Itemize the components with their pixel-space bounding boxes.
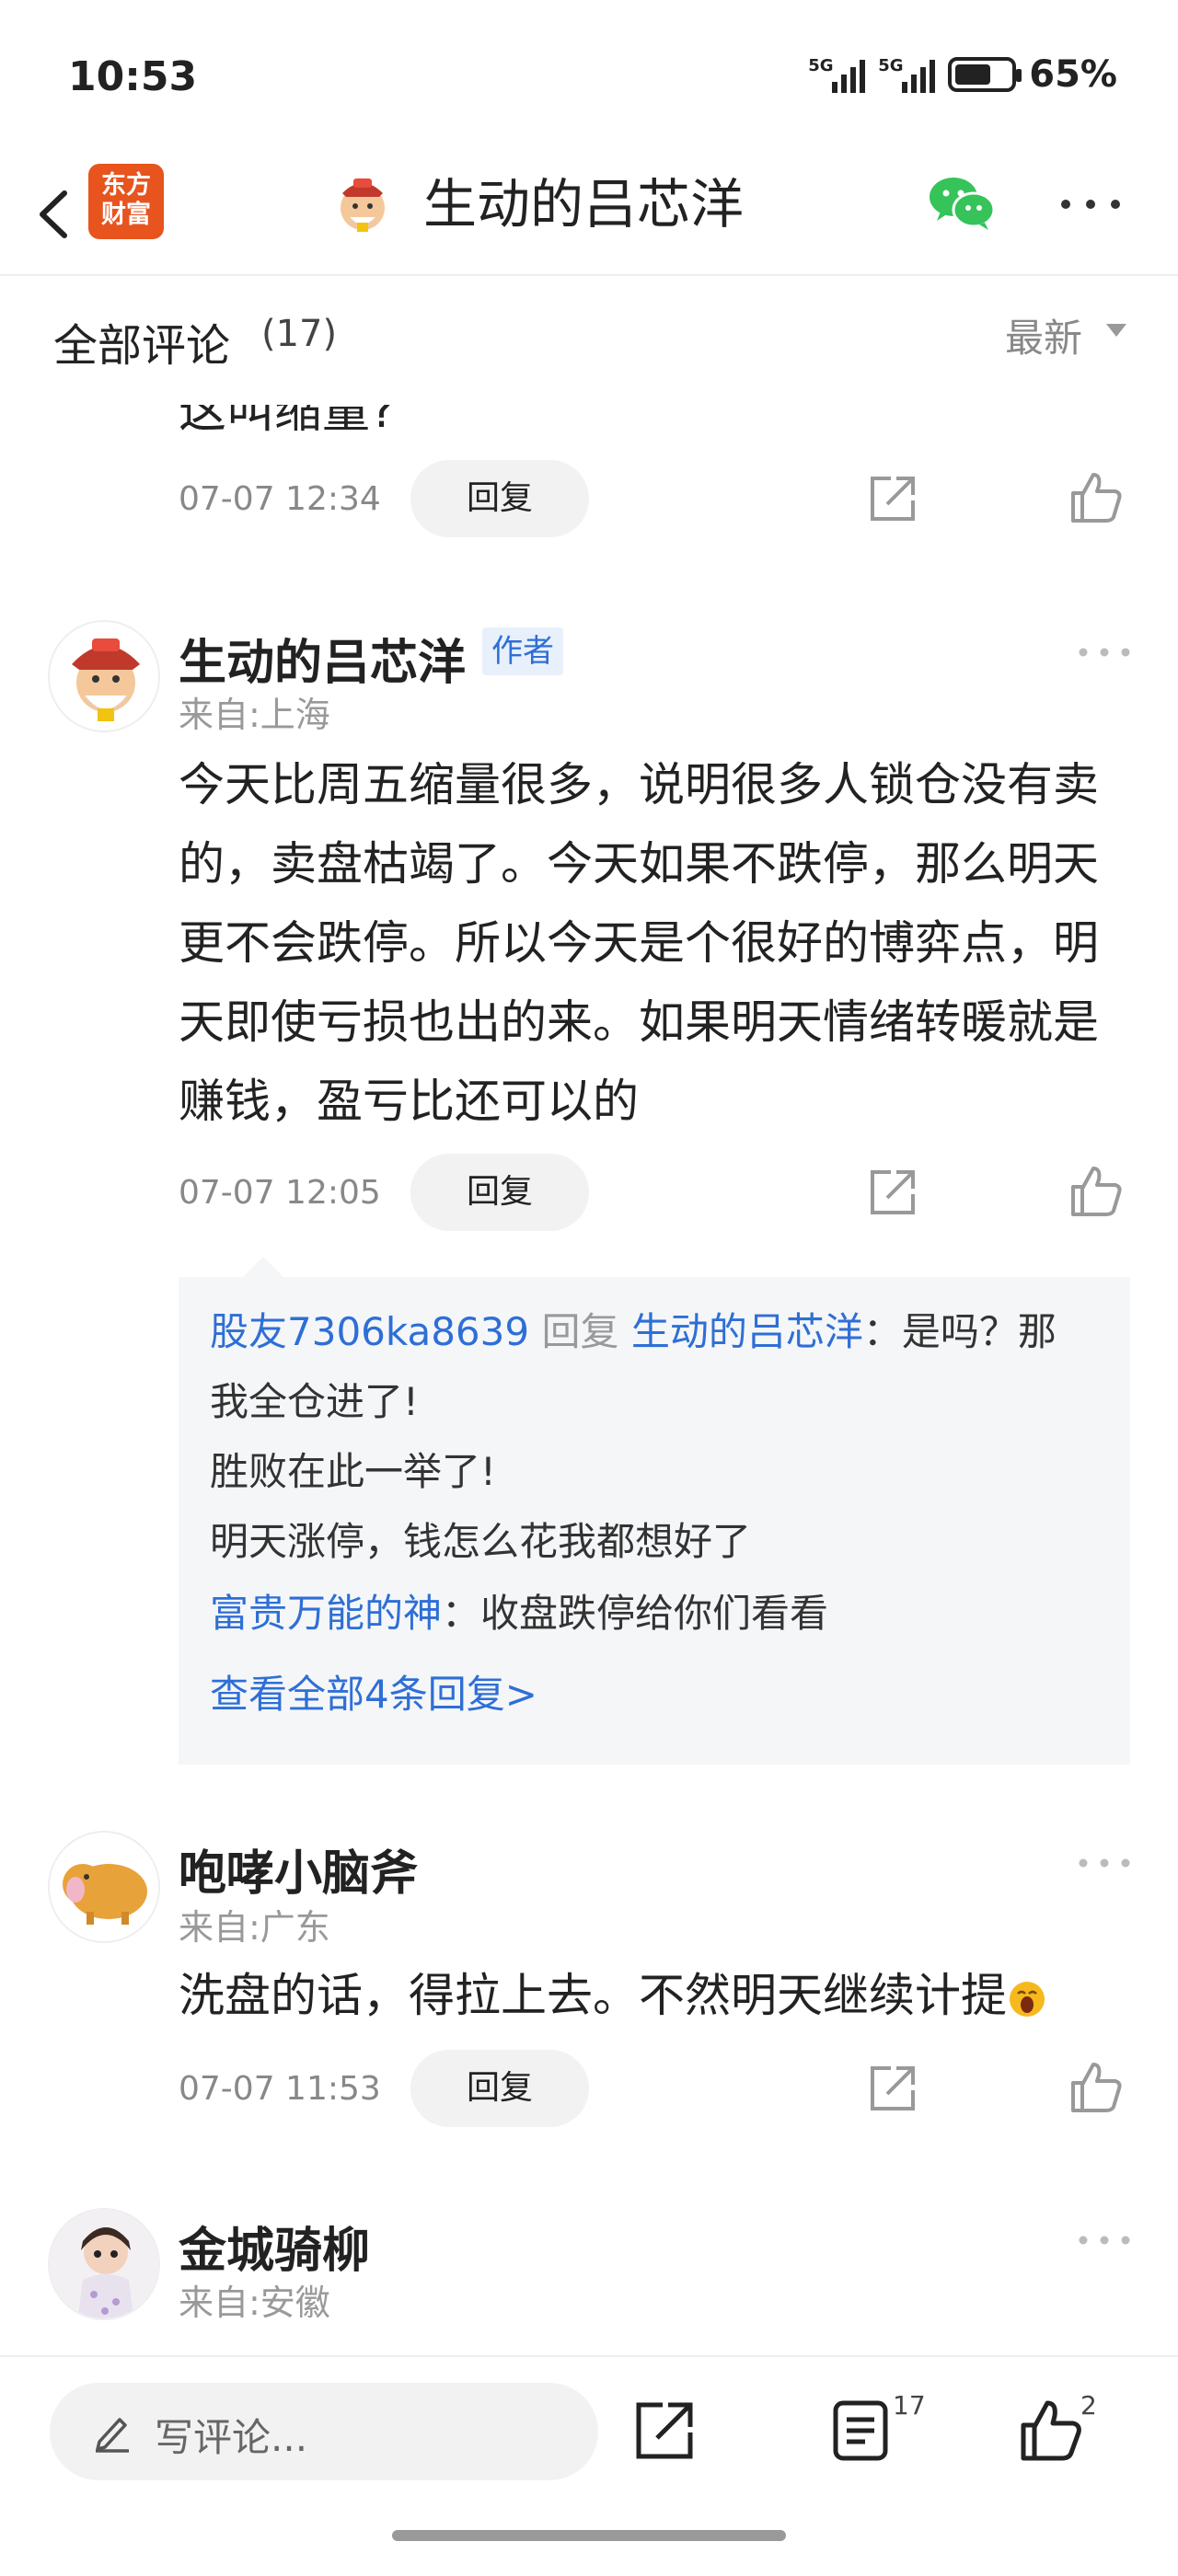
pen-icon xyxy=(96,2418,129,2453)
share-icon[interactable] xyxy=(865,471,920,526)
like-icon[interactable] xyxy=(1068,1163,1125,1220)
comment-username[interactable]: 金城骑柳 xyxy=(179,2212,370,2281)
share-icon[interactable] xyxy=(631,2398,698,2464)
author-badge: 作者 xyxy=(482,627,563,675)
reply-text-line: 我全仓进了! xyxy=(210,1379,419,1424)
comment-count-badge: 17 xyxy=(893,2390,926,2421)
like-icon[interactable] xyxy=(1018,2398,1084,2464)
status-icons: 5G 5G 65% xyxy=(808,53,1117,96)
reply-button[interactable]: 回复 xyxy=(410,2050,589,2127)
comment-time: 07-07 12:05 xyxy=(179,1174,381,1212)
doll-avatar-icon xyxy=(50,2210,158,2318)
reply-username[interactable]: 富贵万能的神 xyxy=(210,1591,442,1636)
replies-box: 股友7306ka8639 回复 生动的吕芯洋：是吗？那 我全仓进了! 胜败在此一… xyxy=(179,1277,1130,1765)
comment-username[interactable]: 生动的吕芯洋 xyxy=(179,624,466,693)
comment-location: 来自:上海 xyxy=(179,695,330,735)
avatar[interactable] xyxy=(48,2208,160,2320)
reply-item[interactable]: 富贵万能的神：收盘跌停给你们看看 xyxy=(210,1586,828,1641)
reply-button[interactable]: 回复 xyxy=(410,460,589,537)
comment-username[interactable]: 咆哮小脑斧 xyxy=(179,1834,418,1903)
cat-avatar-icon xyxy=(50,1833,158,1941)
more-dots-icon[interactable] xyxy=(1077,2234,1132,2247)
app-logo[interactable]: 东方 财富 xyxy=(88,164,164,239)
reply-username[interactable]: 股友7306ka8639 xyxy=(210,1309,529,1354)
avatar[interactable] xyxy=(48,620,160,732)
sort-selector[interactable]: 最新 xyxy=(1005,307,1082,363)
reply-item[interactable]: 股友7306ka8639 回复 生动的吕芯洋：是吗？那 xyxy=(210,1305,1057,1360)
avatar[interactable] xyxy=(48,1831,160,1943)
yawn-emoji-icon xyxy=(1010,1981,1045,2017)
status-bar: 10:53 5G 5G 65% xyxy=(0,0,1178,156)
more-dots-icon[interactable] xyxy=(1077,646,1132,659)
wechat-icon[interactable] xyxy=(926,171,999,236)
signal-icon: 5G xyxy=(808,56,866,93)
comments-count: (17) xyxy=(261,313,338,355)
write-comment-placeholder: 写评论... xyxy=(155,2415,308,2460)
fortune-god-avatar-icon xyxy=(50,622,158,730)
bottom-bar: 写评论... 17 2 xyxy=(0,2355,1178,2576)
more-options-icon[interactable] xyxy=(1058,193,1123,215)
share-icon[interactable] xyxy=(865,2061,920,2116)
like-icon[interactable] xyxy=(1068,2059,1125,2116)
comment-text: 洗盘的话，得拉上去。不然明天继续计提 xyxy=(179,1956,1108,2035)
home-indicator[interactable] xyxy=(392,2530,786,2541)
comment-text: 今天比周五缩量很多，说明很多人锁仓没有卖的，卖盘枯竭了。今天如果不跌停，那么明天… xyxy=(179,758,1099,1128)
comments-title: 全部评论 xyxy=(53,320,231,372)
author-avatar-icon[interactable] xyxy=(329,171,396,237)
share-icon[interactable] xyxy=(865,1165,920,1220)
reply-text-line: 明天涨停，钱怎么花我都想好了 xyxy=(210,1519,752,1564)
view-all-replies-link[interactable]: 查看全部4条回复> xyxy=(210,1667,537,1722)
like-icon[interactable] xyxy=(1068,469,1125,526)
battery-icon xyxy=(948,57,1022,92)
signal-icon-2: 5G xyxy=(878,56,936,93)
caret-down-icon[interactable] xyxy=(1104,322,1128,340)
reply-button[interactable]: 回复 xyxy=(410,1154,589,1231)
comment-time: 07-07 11:53 xyxy=(179,2070,381,2108)
comment-list-icon[interactable] xyxy=(828,2398,895,2464)
battery-percent: 65% xyxy=(1029,53,1117,96)
reply-text-line: 胜败在此一举了! xyxy=(210,1449,496,1494)
comments-header: 全部评论 (17) 最新 xyxy=(0,276,1178,405)
like-count-badge: 2 xyxy=(1080,2390,1097,2421)
comment-location: 来自:广东 xyxy=(179,1907,330,1948)
back-arrow-icon[interactable] xyxy=(26,182,90,247)
status-time: 10:53 xyxy=(68,53,198,100)
reply-target-username[interactable]: 生动的吕芯洋 xyxy=(631,1309,863,1354)
more-dots-icon[interactable] xyxy=(1077,1857,1132,1869)
page-title: 生动的吕芯洋 xyxy=(423,173,745,236)
reply-box-pointer xyxy=(243,1257,283,1277)
nav-bar: 东方 财富 生动的吕芯洋 xyxy=(0,156,1178,276)
comment-location: 来自:安徽 xyxy=(179,2283,330,2323)
write-comment-input[interactable]: 写评论... xyxy=(50,2383,598,2480)
comment-time: 07-07 12:34 xyxy=(179,480,381,518)
